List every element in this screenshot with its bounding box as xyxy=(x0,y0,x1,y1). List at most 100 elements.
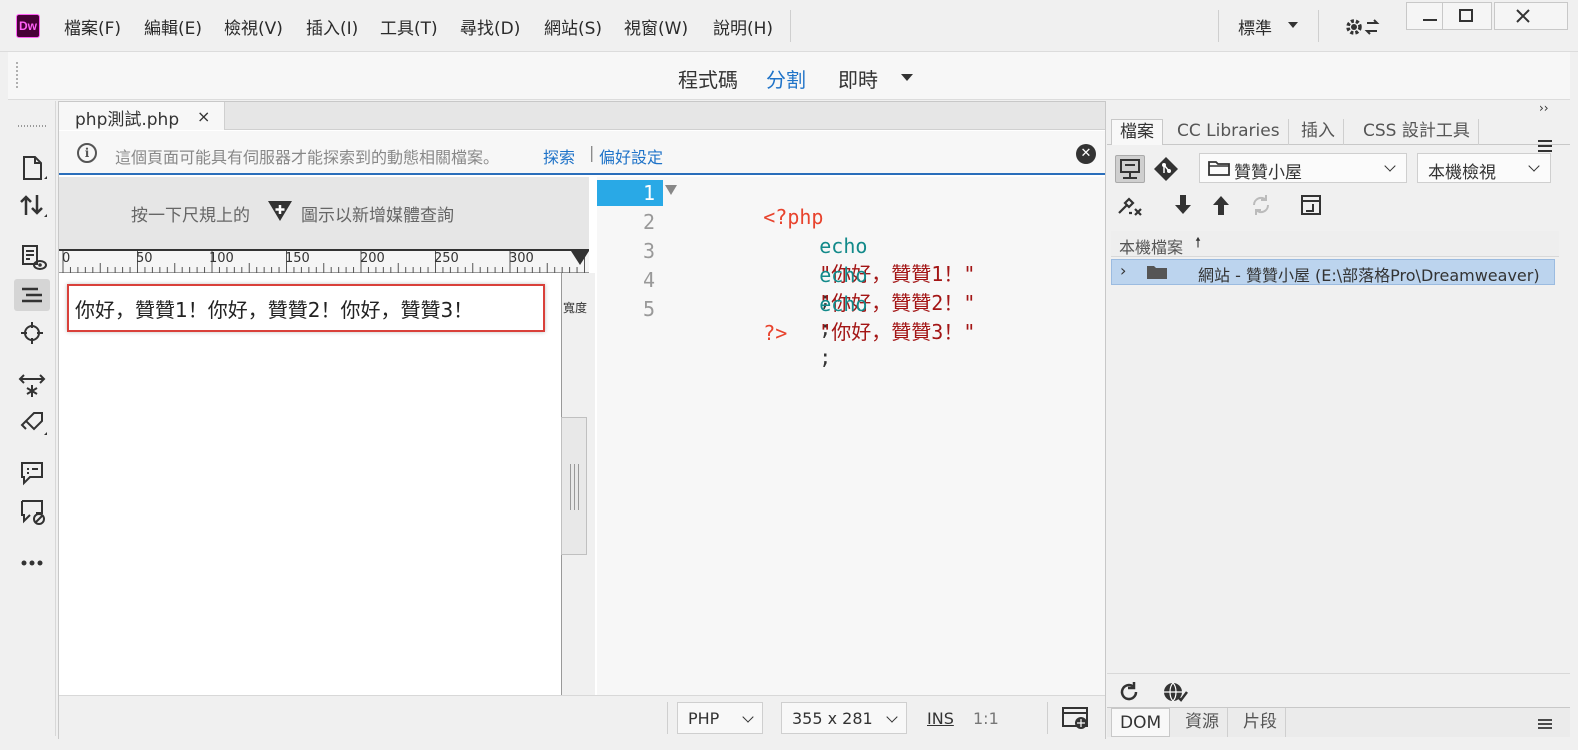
comment-icon xyxy=(21,462,43,486)
code-line[interactable]: ?> xyxy=(691,297,787,369)
inspect-button[interactable] xyxy=(14,241,50,273)
view-mode-live[interactable]: 即時 xyxy=(838,64,878,93)
bottom-panel-tabs: DOM 資源 片段 xyxy=(1107,707,1570,737)
expand-tags-button[interactable] xyxy=(14,369,50,401)
live-view-pane[interactable]: 按一下尺規上的 圖示以新增媒體查詢 0 50 100 150 200 250 3… xyxy=(59,177,595,695)
resize-grip-line xyxy=(570,464,571,510)
ruler[interactable]: 0 50 100 150 200 250 300 xyxy=(59,249,589,273)
viewport-resize-handle[interactable] xyxy=(561,417,587,555)
menu-find[interactable]: 尋找(D) xyxy=(460,14,520,39)
code-pen-icon xyxy=(20,412,47,435)
media-query-bar[interactable]: 按一下尺規上的 圖示以新增媒體查詢 xyxy=(59,177,589,249)
menu-file[interactable]: 檔案(F) xyxy=(64,14,121,39)
left-toolbar-grip[interactable] xyxy=(16,123,48,129)
put-files-button[interactable] xyxy=(1207,191,1237,219)
maximize-button[interactable] xyxy=(1442,2,1492,30)
live-output-box[interactable]: 你好，贊贊1！你好，贊贊2！你好，贊贊3！ xyxy=(67,284,545,332)
chevron-right-icon[interactable]: › xyxy=(1120,261,1126,280)
files-list: › 網站 - 贊贊小屋 (E:\部落格Pro\Dreamweaver) xyxy=(1111,259,1559,673)
files-column-header[interactable]: 本機檔案 🠕 xyxy=(1111,231,1559,257)
tab-snippets[interactable]: 片段 xyxy=(1235,708,1286,737)
workspace-caret-icon[interactable] xyxy=(1288,22,1298,28)
language-select[interactable]: PHP xyxy=(677,702,763,734)
tab-files[interactable]: 檔案 xyxy=(1111,119,1163,145)
file-transfer-button[interactable] xyxy=(14,189,50,221)
menu-view[interactable]: 檢視(V) xyxy=(224,14,283,39)
info-close-icon[interactable]: ✕ xyxy=(1076,144,1096,164)
site-select-value: 贊贊小屋 xyxy=(1234,163,1302,183)
sort-ascending-icon[interactable]: 🠕 xyxy=(1195,232,1201,256)
folder-icon xyxy=(1147,266,1167,279)
close-button[interactable] xyxy=(1494,2,1568,30)
remove-comment-icon xyxy=(21,500,45,525)
view-mode-dropdown-icon[interactable] xyxy=(901,74,913,81)
ruler-label: 250 xyxy=(434,251,459,266)
toolbar-grip[interactable] xyxy=(16,62,18,88)
close-tab-icon[interactable]: × xyxy=(197,107,210,126)
discover-link[interactable]: 探索 xyxy=(543,144,575,168)
add-media-query-icon[interactable] xyxy=(267,199,293,223)
sync-settings-icon[interactable] xyxy=(1343,14,1383,40)
chevron-down-icon xyxy=(886,711,898,723)
menu-site[interactable]: 網站(S) xyxy=(544,14,602,39)
ruler-width-marker-icon[interactable] xyxy=(571,251,589,265)
refresh-icon[interactable] xyxy=(1117,680,1141,704)
collapse-panels-icon[interactable]: ›› xyxy=(1539,101,1549,115)
tab-dom[interactable]: DOM xyxy=(1111,708,1171,737)
workspace-switcher[interactable]: 標準 xyxy=(1238,14,1272,39)
preferences-link[interactable]: 偏好設定 xyxy=(599,144,663,168)
code-punctuation: ; xyxy=(819,345,832,369)
document-tab[interactable]: php測試.php × xyxy=(59,102,225,130)
menu-help[interactable]: 說明(H) xyxy=(713,14,773,39)
view-select[interactable]: 本機檢視 xyxy=(1417,153,1551,183)
sync-button[interactable] xyxy=(1247,191,1277,219)
resize-grip-line xyxy=(578,464,579,510)
connect-button[interactable] xyxy=(1115,191,1145,219)
window-size-select[interactable]: 355 x 281 xyxy=(781,702,907,734)
crosshair-icon xyxy=(21,322,43,344)
git-icon xyxy=(1154,157,1178,181)
file-tree-row[interactable]: › 網站 - 贊贊小屋 (E:\部落格Pro\Dreamweaver) xyxy=(1111,259,1555,285)
chevron-down-icon xyxy=(742,711,754,723)
view-mode-code[interactable]: 程式碼 xyxy=(678,64,738,93)
git-button[interactable] xyxy=(1151,155,1181,183)
line-number: 1 xyxy=(642,181,655,205)
open-document-button[interactable] xyxy=(14,151,50,183)
target-button[interactable] xyxy=(14,317,50,349)
more-tools-button[interactable] xyxy=(14,547,50,579)
tab-css-designer[interactable]: CSS 設計工具 xyxy=(1355,119,1479,145)
get-files-button[interactable] xyxy=(1169,191,1199,219)
arrow-up-icon xyxy=(1213,196,1229,215)
chevron-down-icon xyxy=(1384,160,1396,172)
menu-edit[interactable]: 編輯(E) xyxy=(144,14,202,39)
apply-comment-button[interactable] xyxy=(14,457,50,489)
workspace-divider-right xyxy=(1318,10,1319,42)
refresh-disabled-icon xyxy=(1252,195,1270,215)
panel-menu-icon[interactable] xyxy=(1537,718,1553,730)
site-select[interactable]: 贊贊小屋 xyxy=(1199,153,1407,183)
globe-check-icon[interactable] xyxy=(1161,680,1189,704)
menu-tools[interactable]: 工具(T) xyxy=(380,14,438,39)
ruler-label: 300 xyxy=(509,251,534,266)
ruler-label: 0 xyxy=(62,251,71,266)
menu-insert[interactable]: 插入(I) xyxy=(306,14,358,39)
files-panel: ›› 檔案 CC Libraries 插入 CSS 設計工具 贊贊小屋 本機檢視 xyxy=(1107,101,1570,737)
code-tool-button[interactable] xyxy=(14,407,50,439)
expand-panel-button[interactable] xyxy=(1297,191,1327,219)
tab-cc-libraries[interactable]: CC Libraries xyxy=(1169,119,1289,145)
window-size-value: 355 x 281 xyxy=(792,709,873,728)
panel-tabs: 檔案 CC Libraries 插入 CSS 設計工具 xyxy=(1107,117,1570,152)
code-fold-icon[interactable] xyxy=(665,185,677,195)
format-source-button[interactable] xyxy=(14,279,50,311)
remove-comment-button[interactable] xyxy=(14,495,50,527)
menu-window[interactable]: 視窗(W) xyxy=(624,14,688,39)
site-setup-button[interactable] xyxy=(1115,155,1145,183)
insert-mode-toggle[interactable]: INS xyxy=(927,709,954,728)
view-mode-split[interactable]: 分割 xyxy=(766,64,806,93)
tab-assets[interactable]: 資源 xyxy=(1177,708,1228,737)
tab-insert[interactable]: 插入 xyxy=(1293,119,1344,145)
folder-icon xyxy=(1208,161,1230,176)
preview-in-browser-icon[interactable] xyxy=(1061,706,1091,730)
code-view-pane[interactable]: 1 2 3 4 5 <?php echo "你好，贊贊1！" ; echo "你… xyxy=(597,177,1105,695)
expand-window-icon xyxy=(1301,195,1321,215)
